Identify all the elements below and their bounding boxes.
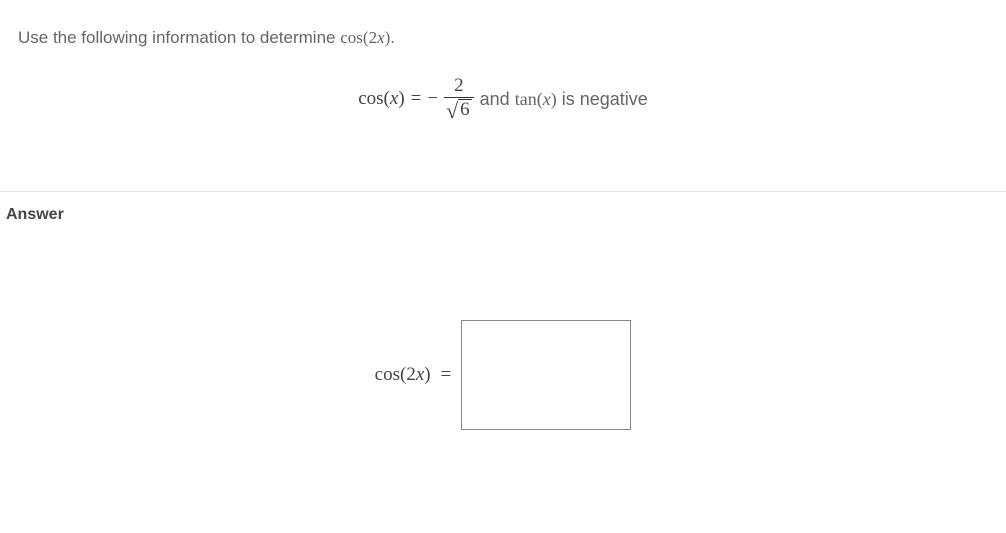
- given-lhs-arg: (x): [384, 88, 405, 109]
- fraction-denominator: √ 6: [444, 97, 474, 123]
- given-equation: cos(x) = − 2 √ 6 and tan(x) is negative: [0, 76, 1006, 123]
- answer-lhs-arg: (2x): [400, 364, 431, 385]
- given-trail: and tan(x) is negative: [480, 89, 648, 110]
- fraction: 2 √ 6: [444, 76, 474, 123]
- answer-equals: =: [441, 364, 452, 386]
- answer-heading: Answer: [0, 192, 1006, 224]
- answer-equation: cos(2x) =: [0, 320, 1006, 430]
- sqrt: √ 6: [446, 99, 472, 121]
- trail-and: and: [480, 89, 515, 109]
- answer-lhs-fn: cos: [375, 364, 400, 385]
- sqrt-symbol: √: [446, 100, 458, 122]
- given-lhs-fn: cos: [358, 88, 383, 109]
- negative-sign: −: [427, 88, 438, 110]
- answer-lhs: cos(2x): [375, 364, 431, 386]
- answer-input[interactable]: [461, 320, 631, 430]
- prompt-period: .: [390, 28, 395, 47]
- trail-arg: (x): [537, 89, 557, 109]
- prompt-arg: (2x): [363, 28, 390, 47]
- question-prompt: Use the following information to determi…: [0, 0, 1006, 48]
- equals-sign: =: [411, 88, 422, 110]
- sqrt-arg: 6: [458, 99, 472, 121]
- prompt-lead: Use the following information to determi…: [18, 28, 340, 47]
- trail-fn: tan: [515, 89, 537, 109]
- trail-rest: is negative: [557, 89, 648, 109]
- prompt-fn: cos: [340, 28, 363, 47]
- given-lhs: cos(x): [358, 88, 404, 110]
- fraction-numerator: 2: [452, 76, 466, 97]
